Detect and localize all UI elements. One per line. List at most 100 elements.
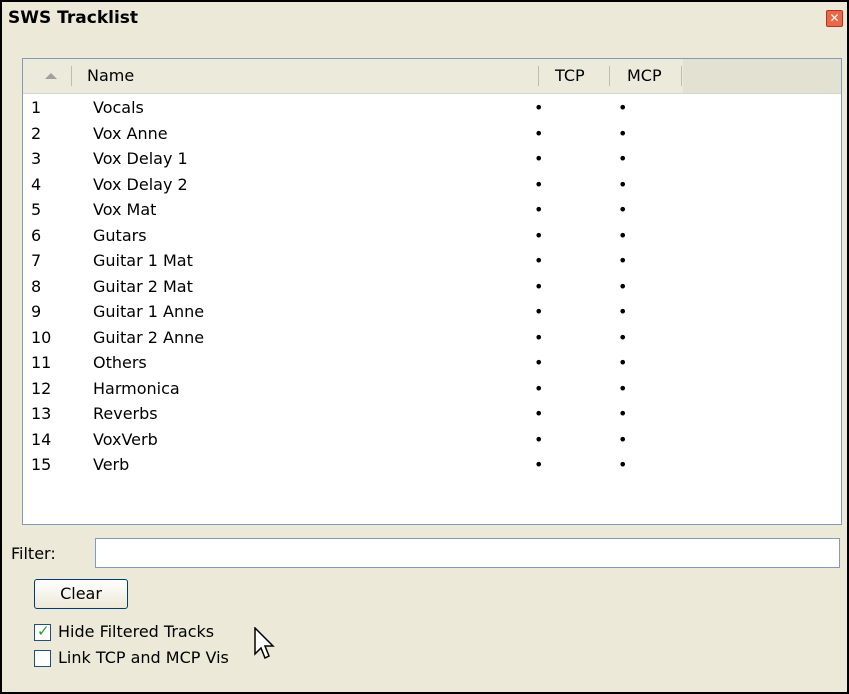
mcp-visibility[interactable]: • [618, 146, 627, 172]
track-name: Vox Delay 2 [93, 174, 188, 194]
track-number: 14 [31, 429, 52, 449]
mcp-visibility[interactable]: • [618, 452, 627, 478]
track-row[interactable]: 10 Guitar 2 Anne • • [23, 325, 841, 351]
track-name: Guitar 2 Mat [93, 276, 193, 296]
tcp-visibility[interactable]: • [534, 274, 543, 300]
track-name: Reverbs [93, 404, 158, 423]
clear-button[interactable]: Clear [34, 579, 128, 609]
track-row[interactable]: 15 Verb • • [23, 452, 841, 478]
track-name: Guitar 2 Anne [93, 327, 205, 347]
track-number: 3 [31, 149, 42, 168]
track-number: 4 [31, 174, 42, 194]
mcp-visibility[interactable]: • [618, 401, 627, 427]
track-number: 12 [31, 378, 52, 398]
track-number: 9 [31, 302, 42, 321]
track-number: 10 [31, 327, 52, 347]
track-name: VoxVerb [93, 429, 158, 449]
track-name: Vox Mat [93, 200, 157, 219]
track-name: Vocals [93, 98, 144, 117]
mcp-visibility[interactable]: • [618, 350, 627, 376]
track-name: Guitar 1 Mat [93, 251, 193, 270]
column-header-name[interactable]: Name [87, 59, 134, 93]
link-vis-checkbox[interactable] [34, 650, 51, 667]
track-number: 2 [31, 123, 42, 143]
track-name: Guitar 1 Anne [93, 302, 205, 321]
track-row[interactable]: 12 Harmonica • • [23, 376, 841, 402]
track-row[interactable]: 11 Others • • [23, 350, 841, 376]
track-name: Verb [93, 455, 130, 474]
track-number: 15 [31, 455, 52, 474]
track-row[interactable]: 3 Vox Delay 1 • • [23, 146, 841, 172]
track-name: Gutars [93, 225, 147, 245]
track-number: 6 [31, 225, 42, 245]
link-vis-label[interactable]: Link TCP and MCP Vis [58, 648, 229, 667]
mcp-visibility[interactable]: • [618, 223, 627, 249]
tcp-visibility[interactable]: • [534, 401, 543, 427]
track-row[interactable]: 4 Vox Delay 2 • • [23, 172, 841, 198]
track-number: 5 [31, 200, 42, 219]
track-row[interactable]: 2 Vox Anne • • [23, 121, 841, 147]
close-icon[interactable]: ✕ [826, 10, 843, 27]
tcp-visibility[interactable]: • [534, 299, 543, 325]
column-header-mcp[interactable]: MCP [627, 59, 662, 93]
tcp-visibility[interactable]: • [534, 121, 543, 147]
hide-filtered-checkbox[interactable]: ✓ [34, 622, 51, 641]
sort-ascending-icon[interactable] [45, 73, 57, 79]
track-name: Vox Anne [93, 123, 168, 143]
list-header: Name TCP MCP [23, 59, 841, 94]
tcp-visibility[interactable]: • [534, 146, 543, 172]
header-separator[interactable] [71, 66, 72, 86]
filter-input[interactable] [95, 538, 840, 568]
track-row[interactable]: 7 Guitar 1 Mat • • [23, 248, 841, 274]
track-list[interactable]: Name TCP MCP 1 Vocals • • 2 Vox Anne • • 3 Vox De… [22, 58, 842, 525]
mcp-visibility[interactable]: • [618, 325, 627, 351]
tcp-visibility[interactable]: • [534, 350, 543, 376]
track-row[interactable]: 1 Vocals • • [23, 95, 841, 121]
tcp-visibility[interactable]: • [534, 172, 543, 198]
track-name: Vox Delay 1 [93, 149, 188, 168]
header-separator[interactable] [609, 66, 610, 86]
track-number: 11 [31, 353, 52, 372]
track-row[interactable]: 9 Guitar 1 Anne • • [23, 299, 841, 325]
track-row[interactable]: 5 Vox Mat • • [23, 197, 841, 223]
hide-filtered-label[interactable]: Hide Filtered Tracks [58, 622, 214, 641]
track-number: 7 [31, 251, 42, 270]
title-bar[interactable]: SWS Tracklist ✕ [2, 2, 847, 34]
track-name: Others [93, 353, 147, 372]
tcp-visibility[interactable]: • [534, 248, 543, 274]
mcp-visibility[interactable]: • [618, 121, 627, 147]
mcp-visibility[interactable]: • [618, 274, 627, 300]
track-row[interactable]: 6 Gutars • • [23, 223, 841, 249]
tcp-visibility[interactable]: • [534, 376, 543, 402]
header-filler [683, 59, 841, 93]
mcp-visibility[interactable]: • [618, 427, 627, 453]
mcp-visibility[interactable]: • [618, 197, 627, 223]
tcp-visibility[interactable]: • [534, 325, 543, 351]
track-rows: 1 Vocals • • 2 Vox Anne • • 3 Vox Delay 1 • • 4 Vox D… [23, 95, 841, 478]
track-name: Harmonica [93, 378, 180, 398]
track-row[interactable]: 8 Guitar 2 Mat • • [23, 274, 841, 300]
tcp-visibility[interactable]: • [534, 223, 543, 249]
track-number: 8 [31, 276, 42, 296]
mouse-cursor-icon [254, 627, 275, 660]
mcp-visibility[interactable]: • [618, 376, 627, 402]
tracklist-window: SWS Tracklist ✕ Name TCP MCP 1 Vocals • • 2 V… [0, 0, 849, 694]
checkmark-icon: ✓ [37, 622, 50, 640]
filter-label: Filter: [11, 544, 56, 563]
track-number: 13 [31, 404, 52, 423]
mcp-visibility[interactable]: • [618, 95, 627, 121]
tcp-visibility[interactable]: • [534, 452, 543, 478]
track-row[interactable]: 14 VoxVerb • • [23, 427, 841, 453]
tcp-visibility[interactable]: • [534, 197, 543, 223]
mcp-visibility[interactable]: • [618, 172, 627, 198]
column-header-tcp[interactable]: TCP [555, 59, 585, 93]
mcp-visibility[interactable]: • [618, 299, 627, 325]
window-title: SWS Tracklist [8, 8, 139, 28]
tcp-visibility[interactable]: • [534, 95, 543, 121]
header-separator[interactable] [538, 66, 539, 86]
track-row[interactable]: 13 Reverbs • • [23, 401, 841, 427]
tcp-visibility[interactable]: • [534, 427, 543, 453]
track-number: 1 [31, 98, 42, 117]
mcp-visibility[interactable]: • [618, 248, 627, 274]
header-separator[interactable] [681, 66, 682, 86]
